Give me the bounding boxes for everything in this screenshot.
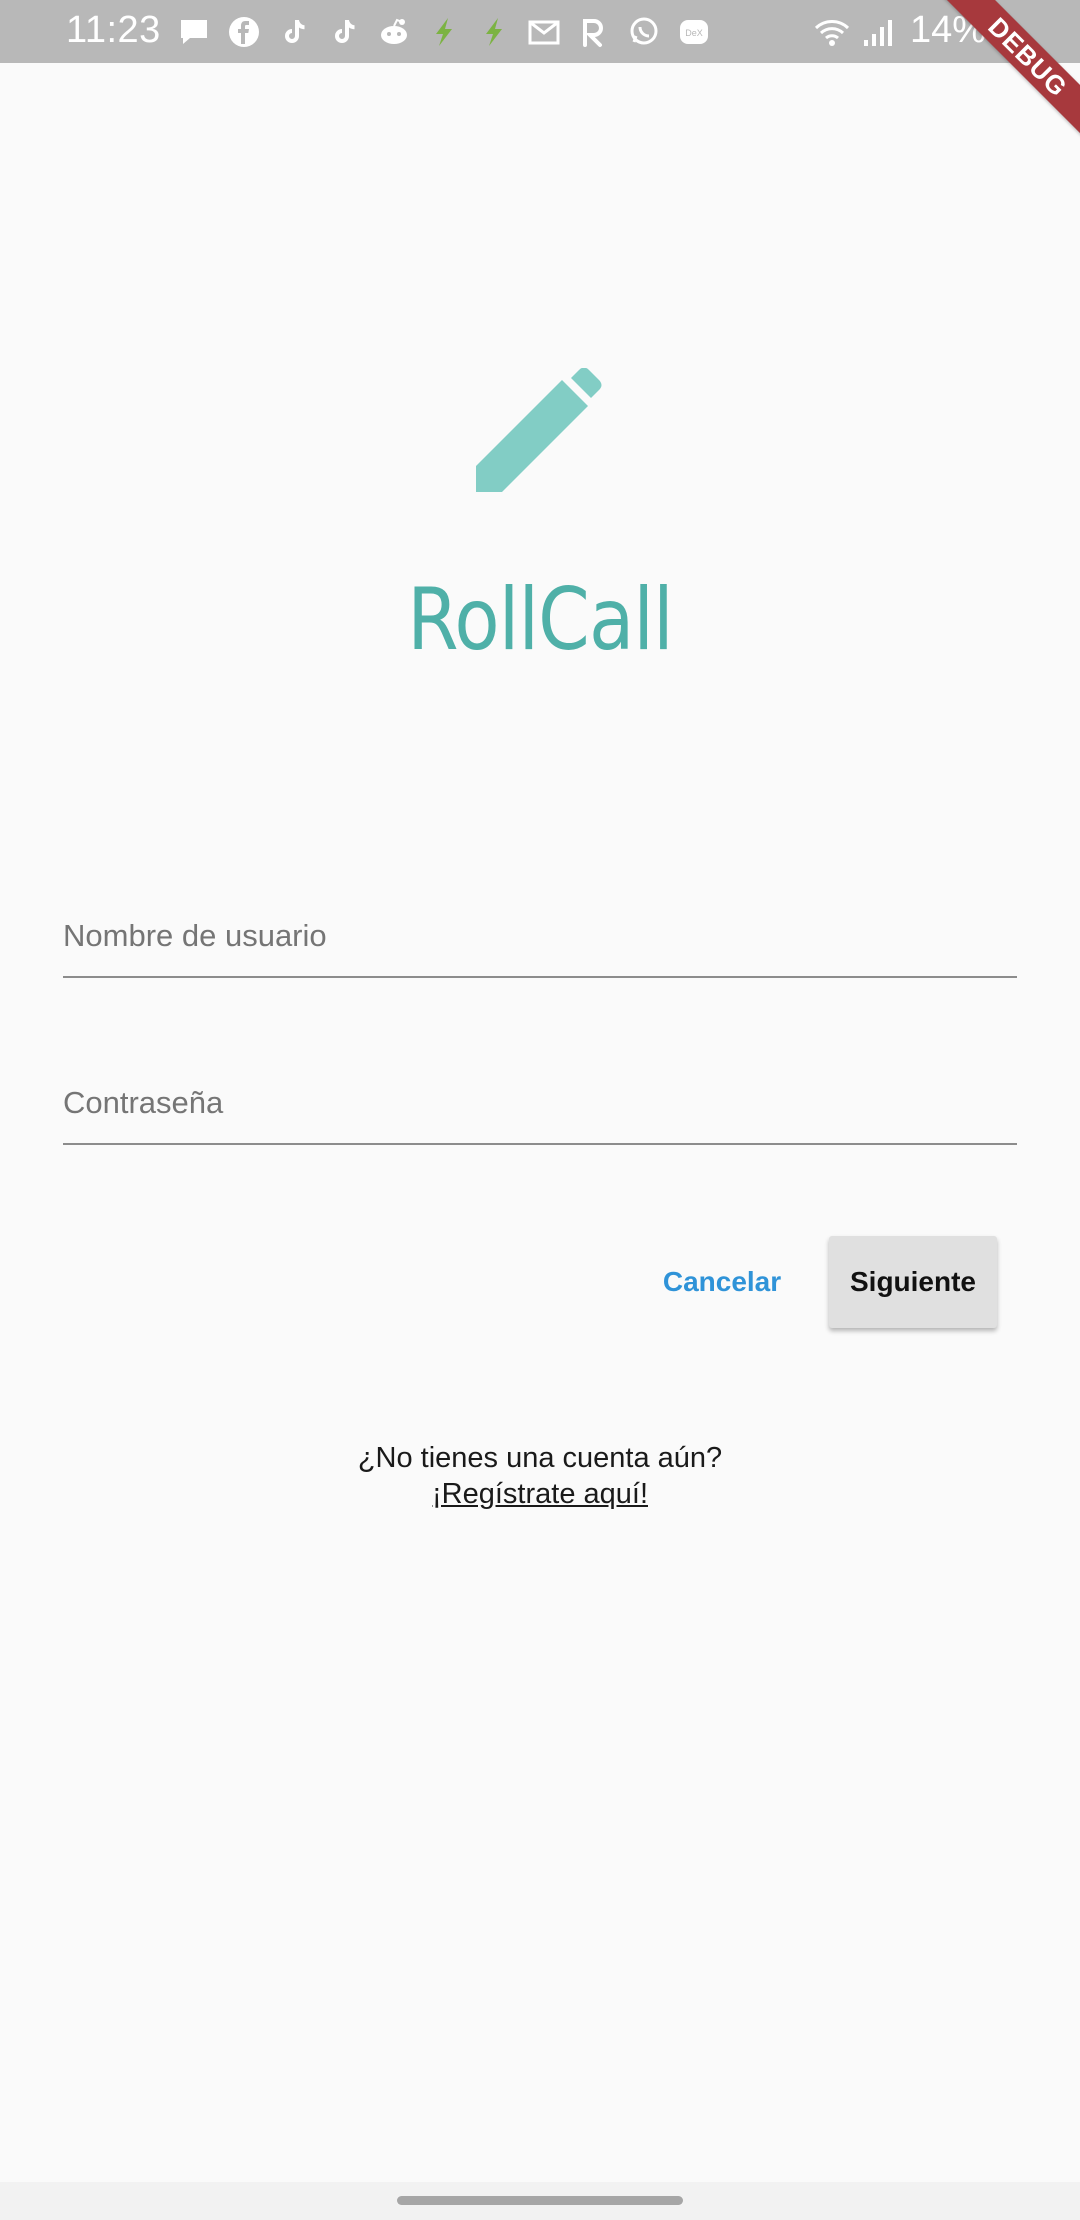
cancel-button[interactable]: Cancelar <box>644 1236 800 1328</box>
status-bar: 11:23 DeX 14% <box>0 0 1080 63</box>
pencil-icon <box>476 368 606 498</box>
signal-icon <box>862 14 894 50</box>
reddit-icon <box>376 14 412 50</box>
register-link[interactable]: ¡Regístrate aquí! <box>432 1476 648 1512</box>
tiktok-icon <box>326 14 362 50</box>
app-title: RollCall <box>407 570 673 670</box>
whatsapp-icon <box>626 14 662 50</box>
next-button[interactable]: Siguiente <box>829 1236 997 1328</box>
facebook-icon <box>226 14 262 50</box>
green-bolt-icon <box>476 14 512 50</box>
navigation-bar <box>0 2182 1080 2220</box>
message-icon <box>176 14 212 50</box>
password-field[interactable] <box>63 1073 1017 1145</box>
gmail-icon <box>526 14 562 50</box>
green-bolt-icon <box>426 14 462 50</box>
notification-icons: DeX <box>176 12 712 52</box>
system-icons <box>812 12 894 52</box>
tiktok-icon <box>276 14 312 50</box>
status-time: 11:23 <box>66 9 161 51</box>
password-input[interactable] <box>63 1073 1017 1133</box>
home-indicator[interactable] <box>397 2196 683 2205</box>
register-section: ¿No tienes una cuenta aún? ¡Regístrate a… <box>0 1440 1080 1512</box>
username-field[interactable] <box>63 906 1017 978</box>
svg-text:DeX: DeX <box>685 28 703 38</box>
register-prompt: ¿No tienes una cuenta aún? <box>357 1442 723 1474</box>
dex-icon: DeX <box>676 14 712 50</box>
r-app-icon <box>576 14 612 50</box>
wifi-icon <box>812 14 852 50</box>
username-input[interactable] <box>63 906 1017 966</box>
